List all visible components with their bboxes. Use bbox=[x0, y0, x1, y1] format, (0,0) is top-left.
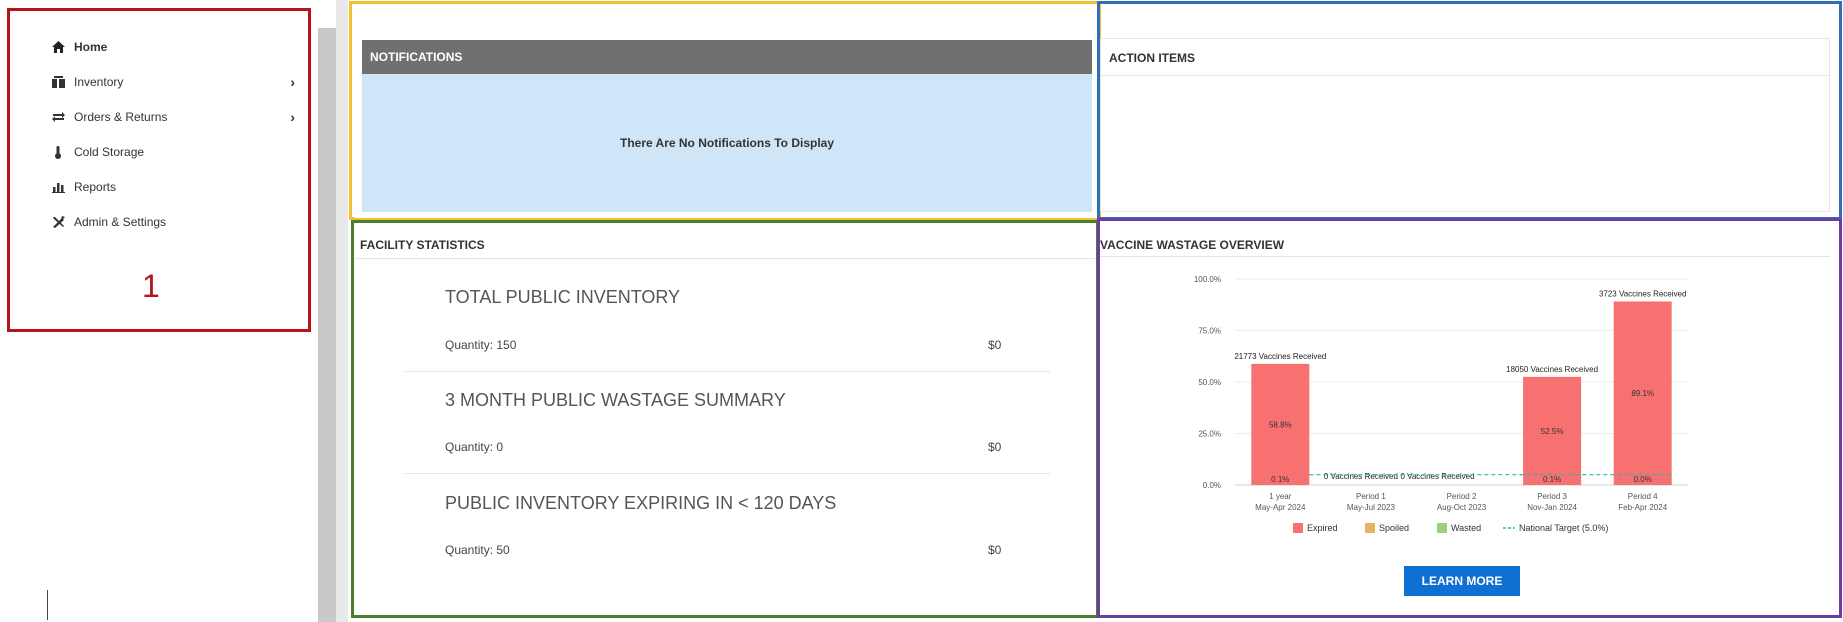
x-tick-label: Period 1 bbox=[1356, 492, 1386, 501]
notifications-body: There Are No Notifications To Display bbox=[362, 74, 1092, 212]
action-items-title: ACTION ITEMS bbox=[1109, 51, 1195, 65]
x-tick-label: May-Apr 2024 bbox=[1255, 503, 1306, 512]
content-gutter bbox=[336, 0, 348, 622]
stat-title: 3 MONTH PUBLIC WASTAGE SUMMARY bbox=[445, 390, 786, 410]
divider bbox=[1100, 256, 1830, 257]
received-label: 3723 Vaccines Received bbox=[1599, 289, 1686, 298]
y-tick-label: 75.0% bbox=[1198, 327, 1221, 336]
facility-statistics-title: FACILITY STATISTICS bbox=[360, 238, 485, 252]
stat-value: $0 bbox=[988, 338, 1002, 352]
learn-more-button[interactable]: LEARN MORE bbox=[1404, 566, 1520, 596]
notifications-empty-message: There Are No Notifications To Display bbox=[619, 136, 835, 150]
legend-label: National Target (5.0%) bbox=[1519, 523, 1608, 533]
legend-label: Expired bbox=[1307, 523, 1338, 533]
x-tick-label: Nov-Jan 2024 bbox=[1527, 503, 1577, 512]
divider bbox=[405, 371, 1050, 372]
stat-title: TOTAL PUBLIC INVENTORY bbox=[445, 287, 681, 307]
stat-quantity: Quantity: 50 bbox=[445, 543, 510, 557]
x-tick-label: Aug-Oct 2023 bbox=[1437, 503, 1487, 512]
stat-value: $0 bbox=[988, 543, 1002, 557]
sidebar-scrollbar[interactable] bbox=[318, 28, 336, 622]
bar-data-label: 0.1% bbox=[1271, 475, 1289, 484]
text-cursor bbox=[47, 590, 48, 620]
x-tick-label: Feb-Apr 2024 bbox=[1618, 503, 1667, 512]
x-tick-label: Period 2 bbox=[1447, 492, 1477, 501]
action-items-panel: ACTION ITEMS bbox=[1100, 38, 1830, 212]
x-tick-label: May-Jul 2023 bbox=[1347, 503, 1396, 512]
y-tick-label: 25.0% bbox=[1198, 430, 1221, 439]
stat-quantity: Quantity: 150 bbox=[445, 338, 517, 352]
bar-data-label: 52.5% bbox=[1541, 427, 1564, 436]
legend-swatch bbox=[1293, 523, 1303, 533]
stat-value: $0 bbox=[988, 440, 1002, 454]
stat-title: PUBLIC INVENTORY EXPIRING IN < 120 DAYS bbox=[445, 493, 837, 513]
received-label: 0 Vaccines Received bbox=[1324, 472, 1398, 481]
x-tick-label: Period 3 bbox=[1537, 492, 1567, 501]
legend-swatch bbox=[1365, 523, 1375, 533]
received-label: 18050 Vaccines Received bbox=[1506, 365, 1598, 374]
divider bbox=[405, 473, 1050, 474]
bar-data-label: 89.1% bbox=[1631, 389, 1654, 398]
vaccine-wastage-title: VACCINE WASTAGE OVERVIEW bbox=[1100, 238, 1285, 252]
divider bbox=[355, 258, 1095, 259]
annotation-number-1: 1 bbox=[142, 268, 160, 304]
received-label: 21773 Vaccines Received bbox=[1234, 352, 1326, 361]
notifications-title: NOTIFICATIONS bbox=[362, 40, 1092, 74]
x-tick-label: Period 4 bbox=[1628, 492, 1658, 501]
bar-data-label: 0.1% bbox=[1543, 475, 1561, 484]
legend-label: Spoiled bbox=[1379, 523, 1409, 533]
bar-data-label: 58.8% bbox=[1269, 420, 1292, 429]
y-tick-label: 100.0% bbox=[1194, 275, 1221, 284]
received-label: 0 Vaccines Received bbox=[1400, 472, 1474, 481]
legend-label: Wasted bbox=[1451, 523, 1481, 533]
stat-quantity: Quantity: 0 bbox=[445, 440, 504, 454]
y-tick-label: 50.0% bbox=[1198, 378, 1221, 387]
x-tick-label: 1 year bbox=[1269, 492, 1292, 501]
wastage-chart: 0.0% 25.0% 50.0% 75.0% 100.0% 58.8% 0.1% 21773 … bbox=[1194, 275, 1688, 533]
divider bbox=[1101, 75, 1829, 76]
legend-swatch bbox=[1437, 523, 1447, 533]
bar-data-label: 0.0% bbox=[1634, 475, 1652, 484]
y-tick-label: 0.0% bbox=[1203, 481, 1221, 490]
